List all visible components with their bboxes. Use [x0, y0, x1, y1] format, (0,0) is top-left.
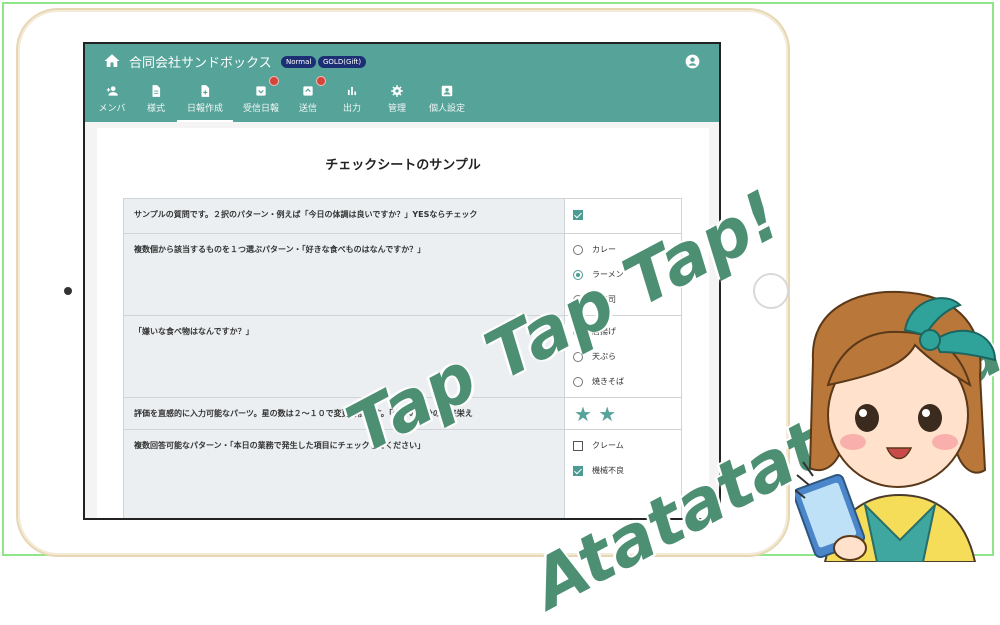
add-document-icon — [201, 85, 210, 97]
inbox-icon — [256, 86, 266, 96]
account-icon[interactable] — [685, 54, 700, 69]
tab-create-report-label: 日報作成 — [186, 104, 223, 114]
add-member-icon — [106, 86, 118, 96]
checkbox[interactable] — [573, 440, 583, 451]
radio-option[interactable]: 焼きそば — [573, 369, 673, 394]
notification-dot — [269, 76, 279, 86]
tab-sent[interactable]: 送信 — [283, 76, 333, 122]
checkbox-option[interactable]: クレーム — [573, 433, 673, 458]
gear-icon — [391, 85, 403, 97]
checkbox[interactable] — [573, 465, 583, 476]
radio-button[interactable] — [573, 376, 583, 387]
star-rating[interactable]: ★ ★ — [573, 401, 673, 426]
answer-cell: ★ ★ — [564, 397, 682, 430]
home-button[interactable] — [753, 273, 789, 309]
star-icon[interactable]: ★ ★ — [574, 404, 616, 424]
company-name: 合同会社サンドボックス — [129, 56, 272, 71]
tab-admin[interactable]: 管理 — [372, 82, 422, 122]
camera-icon — [64, 287, 72, 295]
tab-output-label: 出力 — [342, 104, 361, 114]
yes-checkbox[interactable] — [573, 209, 583, 220]
question-text: 複数回答可能なパターン・「本日の業務で発生した項目にチェックしてください」 — [123, 429, 565, 518]
yes-checkbox-option[interactable] — [573, 202, 673, 227]
tab-personal-settings[interactable]: 個人設定 — [419, 82, 475, 122]
app-bar: 合同会社サンドボックス Normal GOLD(Gift) メンバ 様式 日報作… — [85, 44, 719, 122]
tab-forms-label: 様式 — [146, 104, 165, 114]
tab-personal-settings-label: 個人設定 — [428, 104, 465, 114]
tab-output[interactable]: 出力 — [327, 82, 377, 122]
option-label: クレーム — [592, 441, 624, 450]
tab-sent-label: 送信 — [298, 104, 317, 114]
outbox-icon — [303, 86, 313, 96]
plan-badge-gold: GOLD(Gift) — [318, 56, 367, 68]
account-box-icon — [441, 85, 453, 97]
notification-dot — [316, 76, 326, 86]
plan-badge-normal: Normal — [281, 56, 317, 68]
question-row: サンプルの質問です。２択のパターン・例えば「今日の体調は良いですか？」YESなら… — [123, 198, 682, 234]
tab-forms[interactable]: 様式 — [131, 82, 181, 122]
question-text: 複数個から該当するものを１つ選ぶパターン・「好きな食べものはなんですか？」 — [123, 233, 565, 316]
option-label: 焼きそば — [592, 377, 624, 386]
checkbox-option[interactable]: 機械不良 — [573, 458, 673, 483]
option-label: 天ぷら — [592, 352, 616, 361]
radio-button[interactable] — [573, 244, 583, 255]
tab-members[interactable]: メンバ — [87, 82, 137, 122]
page-title: チェックシートのサンプル — [325, 158, 481, 173]
tab-admin-label: 管理 — [387, 104, 406, 114]
girl-mascot-illustration — [795, 290, 997, 562]
tab-members-label: メンバ — [98, 104, 126, 114]
tab-create-report[interactable]: 日報作成 — [177, 82, 233, 122]
home-icon[interactable] — [103, 52, 121, 70]
option-label: 機械不良 — [592, 466, 624, 475]
bar-chart-icon — [347, 86, 357, 96]
question-text: サンプルの質問です。２択のパターン・例えば「今日の体調は良いですか？」YESなら… — [123, 198, 565, 234]
tab-received-reports-label: 受信日報 — [242, 104, 279, 114]
tab-received-reports[interactable]: 受信日報 — [233, 76, 289, 122]
question-table: サンプルの質問です。２択のパターン・例えば「今日の体調は良いですか？」YESなら… — [123, 198, 682, 518]
document-icon — [152, 85, 161, 97]
